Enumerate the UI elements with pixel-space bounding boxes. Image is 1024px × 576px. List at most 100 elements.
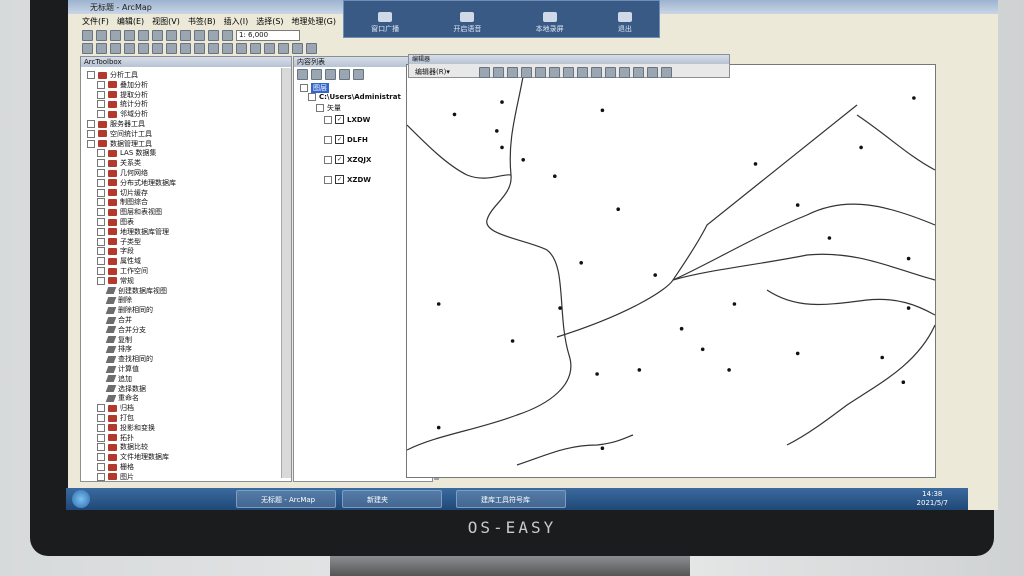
toolbox-item[interactable]: 制图综合 xyxy=(97,197,148,207)
hyperlink-icon[interactable] xyxy=(250,43,261,54)
map-point[interactable] xyxy=(906,306,911,310)
toolbox-item[interactable]: 服务器工具 xyxy=(87,119,145,129)
map-point[interactable] xyxy=(727,368,731,372)
toolbox-item[interactable]: 数据比较 xyxy=(97,442,148,452)
create-features-icon[interactable] xyxy=(661,67,672,78)
map-point[interactable] xyxy=(795,203,800,207)
toc-layers-root[interactable]: 图层 xyxy=(300,83,329,93)
clear-selection-icon[interactable] xyxy=(208,43,219,54)
end-point-arc-icon[interactable] xyxy=(521,67,532,78)
expand-icon[interactable] xyxy=(97,159,105,168)
toolbox-item[interactable]: 排序 xyxy=(105,344,132,354)
exit-button[interactable]: 退出 xyxy=(617,12,632,34)
map-point[interactable] xyxy=(600,108,605,113)
edit-vertices-icon[interactable] xyxy=(563,67,574,78)
expand-icon[interactable] xyxy=(97,257,105,266)
toolbox-item[interactable]: 归档 xyxy=(97,403,134,413)
collapse-icon[interactable] xyxy=(324,175,332,184)
measure-icon[interactable] xyxy=(264,43,275,54)
toc-layer-xzqjx[interactable]: ✓ XZQJX xyxy=(324,155,371,164)
toolbox-item[interactable]: 字段 xyxy=(97,246,134,256)
map-point[interactable] xyxy=(700,347,705,352)
toolbox-item[interactable]: 栅格 xyxy=(97,462,134,472)
map-point[interactable] xyxy=(595,372,599,376)
expand-icon[interactable] xyxy=(97,472,105,481)
expand-icon[interactable] xyxy=(87,129,95,138)
expand-icon[interactable] xyxy=(87,120,95,128)
toolbox-item[interactable]: 分析工具 xyxy=(87,70,138,80)
toolbox-item[interactable]: 文件地理数据库 xyxy=(97,452,169,462)
identify-icon[interactable] xyxy=(236,43,247,54)
broadcast-button[interactable]: 窗口广播 xyxy=(371,12,399,34)
expand-icon[interactable] xyxy=(97,453,105,462)
map-point[interactable] xyxy=(436,425,441,430)
cut-polygons-icon[interactable] xyxy=(591,67,602,78)
toolbox-item[interactable]: 投影和变换 xyxy=(97,423,155,433)
time-slider-icon[interactable] xyxy=(306,43,317,54)
attributes-icon[interactable] xyxy=(633,67,644,78)
menu-insert[interactable]: 插入(I) xyxy=(224,15,249,29)
toolbox-item[interactable]: 数据管理工具 xyxy=(87,139,152,149)
toolbox-item[interactable]: 打包 xyxy=(97,413,134,423)
collapse-icon[interactable] xyxy=(316,104,324,112)
forward-icon[interactable] xyxy=(180,43,191,54)
map-point[interactable] xyxy=(827,236,832,240)
map-point[interactable] xyxy=(753,162,758,166)
back-icon[interactable] xyxy=(166,43,177,54)
toolbox-item[interactable]: 叠加分析 xyxy=(97,80,148,90)
map-point[interactable] xyxy=(795,351,800,356)
map-point[interactable] xyxy=(679,326,684,331)
full-extent-icon[interactable] xyxy=(124,43,135,54)
list-by-selection-icon[interactable] xyxy=(339,69,350,80)
toolbox-item[interactable]: 合并分支 xyxy=(105,325,146,335)
paste-icon[interactable] xyxy=(166,30,177,41)
map-point[interactable] xyxy=(500,100,504,104)
toolbox-item[interactable]: 查找相同的 xyxy=(105,354,153,364)
reshape-icon[interactable] xyxy=(577,67,588,78)
fixed-zoom-out-icon[interactable] xyxy=(152,43,163,54)
expand-icon[interactable] xyxy=(97,247,105,256)
expand-icon[interactable] xyxy=(97,178,105,187)
menu-bookmarks[interactable]: 书签(B) xyxy=(188,15,216,29)
pan-icon[interactable] xyxy=(110,43,121,54)
expand-icon[interactable] xyxy=(97,433,105,442)
map-point[interactable] xyxy=(521,158,525,162)
toolbox-item[interactable]: 常规 xyxy=(97,276,134,286)
toolbox-item[interactable]: 提取分析 xyxy=(97,90,148,100)
menu-view[interactable]: 视图(V) xyxy=(152,15,180,29)
expand-icon[interactable] xyxy=(97,423,105,432)
map-point[interactable] xyxy=(906,256,911,261)
split-icon[interactable] xyxy=(605,67,616,78)
map-point[interactable] xyxy=(912,96,916,100)
expand-icon[interactable] xyxy=(97,100,105,109)
toc-layer-xzdw[interactable]: ✓ XZDW xyxy=(324,175,371,184)
visibility-checkbox[interactable]: ✓ xyxy=(335,135,344,144)
toolbox-item[interactable]: 工作空间 xyxy=(97,266,148,276)
expand-icon[interactable] xyxy=(97,198,105,207)
options-icon[interactable] xyxy=(353,69,364,80)
toolbox-item[interactable]: 属性域 xyxy=(97,256,141,266)
expand-icon[interactable] xyxy=(97,227,105,236)
toolbox-item[interactable]: 分布式地理数据库 xyxy=(97,178,176,188)
toolbox-item[interactable]: 切片缓存 xyxy=(97,188,148,198)
open-icon[interactable] xyxy=(96,30,107,41)
task-symbol-lib[interactable]: 建库工具符号库 xyxy=(456,490,566,508)
visibility-checkbox[interactable]: ✓ xyxy=(335,155,344,164)
expand-icon[interactable] xyxy=(97,463,105,471)
find-icon[interactable] xyxy=(278,43,289,54)
save-icon[interactable] xyxy=(110,30,121,41)
toolbox-item[interactable]: 删除相同的 xyxy=(105,305,153,315)
toolbox-item[interactable]: 追加 xyxy=(105,374,132,384)
menu-file[interactable]: 文件(F) xyxy=(82,15,109,29)
select-features-icon[interactable] xyxy=(194,43,205,54)
task-folder[interactable]: 新建夹 xyxy=(342,490,442,508)
expand-icon[interactable] xyxy=(97,276,105,285)
menu-geoprocessing[interactable]: 地理处理(G) xyxy=(292,15,336,29)
map-point[interactable] xyxy=(579,261,583,265)
expand-icon[interactable] xyxy=(97,218,105,226)
visibility-checkbox[interactable]: ✓ xyxy=(335,115,344,124)
expand-icon[interactable] xyxy=(97,80,105,89)
toc-group[interactable]: 矢量 xyxy=(316,103,341,113)
record-button[interactable]: 本地录屏 xyxy=(536,12,564,34)
map-point[interactable] xyxy=(600,446,605,451)
